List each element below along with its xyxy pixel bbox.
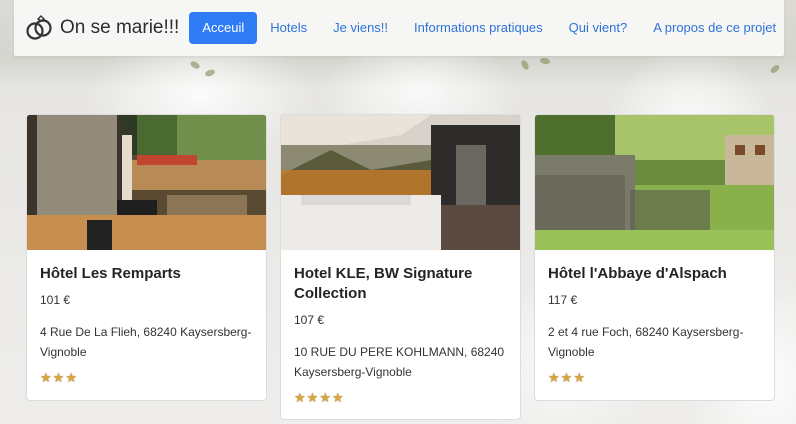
star-rating: ★ ★ ★ ★: [294, 390, 507, 406]
hotel-card[interactable]: Hôtel l'Abbaye d'Alspach 117 € 2 et 4 ru…: [534, 114, 775, 401]
nav-link-qui-vient[interactable]: Qui vient?: [556, 12, 641, 44]
brand-title: On se marie!!!: [60, 17, 180, 38]
hotel-image: [535, 115, 774, 250]
star-icon: ★: [319, 390, 331, 405]
star-icon: ★: [40, 370, 52, 385]
hotel-price: 117 €: [548, 293, 578, 307]
star-icon: ★: [306, 390, 319, 405]
hotel-address: 4 Rue De La Flieh, 68240 Kaysersberg-Vig…: [40, 325, 252, 359]
brand[interactable]: On se marie!!!: [24, 8, 179, 48]
star-icon: ★: [331, 390, 344, 405]
star-rating: ★ ★ ★: [40, 370, 253, 386]
star-icon: ★: [294, 390, 306, 405]
nav-link-informations-pratiques[interactable]: Informations pratiques: [401, 12, 556, 44]
nav-link-hotels[interactable]: Hotels: [257, 12, 320, 44]
hotel-price: 101 €: [40, 293, 71, 307]
hotel-address: 10 RUE DU PERE KOHLMANN, 68240 Kaysersbe…: [294, 345, 505, 379]
nav-link-a-propos[interactable]: A propos de ce projet: [640, 12, 789, 44]
hotel-card[interactable]: Hotel KLE, BW Signature Collection 107 €…: [280, 114, 521, 420]
star-icon: ★: [65, 370, 77, 385]
top-navbar: On se marie!!! Acceuil Hotels Je viens!!…: [14, 0, 784, 56]
hotel-name[interactable]: Hôtel Les Remparts: [40, 264, 253, 284]
nav-link-je-viens[interactable]: Je viens!!: [320, 12, 401, 44]
rings-icon: [26, 15, 52, 40]
star-icon: ★: [560, 370, 573, 385]
star-icon: ★: [573, 370, 585, 385]
hotel-image: [27, 115, 266, 250]
hotel-name[interactable]: Hôtel l'Abbaye d'Alspach: [548, 264, 761, 284]
hotel-card[interactable]: Hôtel Les Remparts 101 € 4 Rue De La Fli…: [26, 114, 267, 401]
nav-link-accueil[interactable]: Acceuil: [189, 12, 258, 44]
hotel-address: 2 et 4 rue Foch, 68240 Kaysersberg-Vigno…: [548, 325, 744, 359]
star-rating: ★ ★ ★: [548, 370, 761, 386]
hotel-image: [281, 115, 520, 250]
hotel-price: 107 €: [294, 313, 325, 327]
star-icon: ★: [52, 370, 65, 385]
star-icon: ★: [548, 370, 560, 385]
hotel-name[interactable]: Hotel KLE, BW Signature Collection: [294, 264, 507, 304]
